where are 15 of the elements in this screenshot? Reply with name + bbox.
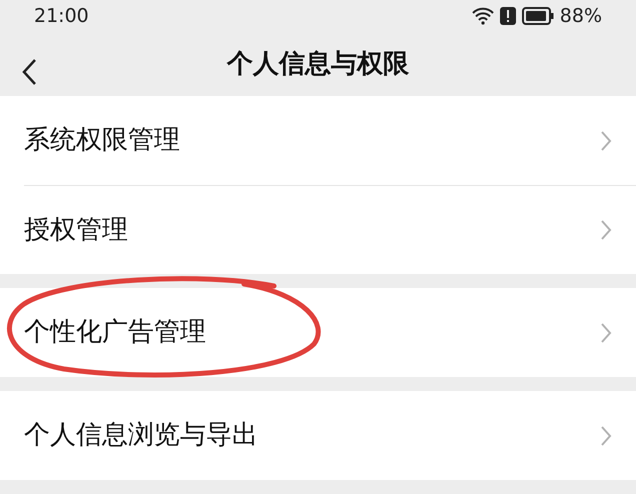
battery-percentage: 88% (560, 4, 602, 30)
alert-icon (500, 7, 516, 26)
chevron-right-icon (600, 219, 612, 241)
chevron-right-icon (600, 424, 612, 446)
wifi-icon (472, 7, 494, 26)
battery-icon (522, 7, 554, 26)
page-title: 个人信息与权限 (227, 48, 409, 81)
settings-list-item[interactable]: 系统权限管理 (0, 96, 636, 185)
chevron-right-icon (600, 322, 612, 344)
status-time: 21:00 (34, 4, 89, 30)
settings-list-item[interactable]: 个人信息浏览与导出 (0, 391, 636, 480)
chevron-right-icon (600, 130, 612, 152)
settings-list-item[interactable]: 授权管理 (24, 185, 636, 274)
chevron-left-icon (21, 58, 37, 86)
settings-list-item[interactable]: 个性化广告管理 (0, 288, 636, 377)
